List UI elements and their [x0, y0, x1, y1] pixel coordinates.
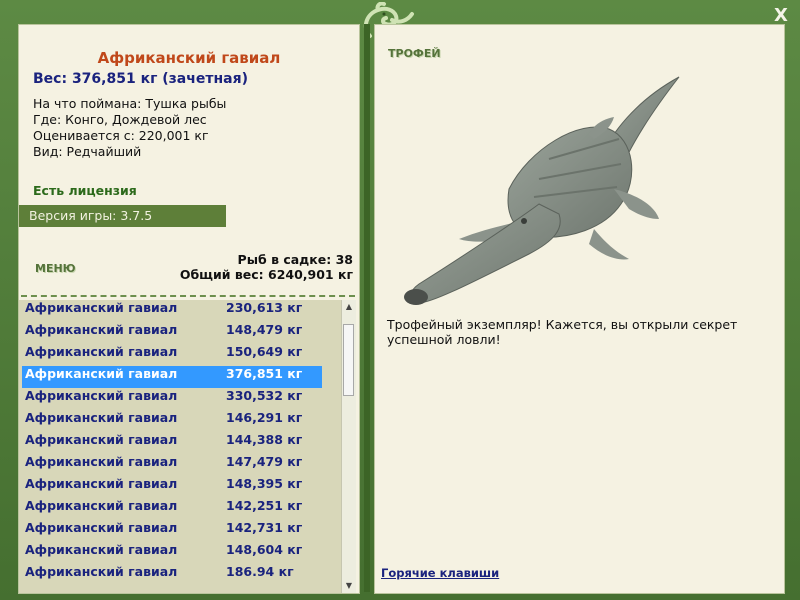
list-item[interactable]: Африканский гавиал 186.94 кг — [22, 564, 322, 586]
list-item-weight: 230,613 кг — [226, 300, 303, 315]
fish-count: Рыб в садке: 38 — [237, 252, 353, 267]
list-item[interactable]: Африканский гавиал 142,731 кг — [22, 520, 322, 542]
list-item-name: Африканский гавиал — [25, 300, 178, 315]
list-item-name: Африканский гавиал — [25, 564, 178, 579]
fish-valued-from: Оценивается с: 220,001 кг — [33, 128, 209, 143]
list-item[interactable]: Африканский гавиал 376,851 кг — [22, 366, 322, 388]
fish-list[interactable]: Африканский гавиал 230,613 кг Африканский … — [19, 300, 341, 593]
list-item-name: Африканский гавиал — [25, 366, 178, 381]
keepnet-stats: Рыб в садке: 38 Общий вес: 6240,901 кг — [180, 252, 353, 282]
list-item-weight: 147,479 кг — [226, 454, 303, 469]
fish-caught-with: На что поймана: Тушка рыбы — [33, 96, 227, 111]
list-item[interactable]: Африканский гавиал 142,251 кг — [22, 498, 322, 520]
list-item[interactable]: Африканский гавиал 148,395 кг — [22, 476, 322, 498]
list-item-name: Африканский гавиал — [25, 388, 178, 403]
panel-divider — [364, 24, 370, 592]
trophy-description: Трофейный экземпляр! Кажется, вы открыли… — [387, 317, 738, 347]
fish-location: Где: Конго, Дождевой лес — [33, 112, 207, 127]
list-item-weight: 142,251 кг — [226, 498, 303, 513]
list-item-name: Африканский гавиал — [25, 344, 178, 359]
list-item-weight: 142,731 кг — [226, 520, 303, 535]
list-item[interactable]: Африканский гавиал 330,532 кг — [22, 388, 322, 410]
list-item[interactable]: Африканский гавиал 147,479 кг — [22, 454, 322, 476]
left-panel: Африканский гавиал Вес: 376,851 кг (заче… — [18, 24, 360, 594]
list-item-weight: 146,291 кг — [226, 410, 303, 425]
gharial-image — [404, 76, 680, 305]
list-item-name: Африканский гавиал — [25, 322, 178, 337]
list-item-name: Африканский гавиал — [25, 476, 178, 491]
list-item[interactable]: Африканский гавиал 230,613 кг — [22, 300, 322, 322]
hotkeys-link[interactable]: Горячие клавиши — [381, 566, 499, 580]
list-item-name: Африканский гавиал — [25, 542, 178, 557]
list-item-weight: 144,388 кг — [226, 432, 303, 447]
list-item[interactable]: Африканский гавиал 144,388 кг — [22, 432, 322, 454]
list-item-weight: 148,395 кг — [226, 476, 303, 491]
list-item-weight: 376,851 кг — [226, 366, 303, 381]
list-item-name: Африканский гавиал — [25, 432, 178, 447]
list-item[interactable]: Африканский гавиал 150,649 кг — [22, 344, 322, 366]
fish-weight: Вес: 376,851 кг (зачетная) — [33, 71, 248, 87]
scroll-up-icon[interactable]: ▲ — [342, 300, 356, 314]
dashed-divider — [21, 295, 355, 297]
trophy-label: ТРОФЕЙ — [388, 47, 441, 60]
fish-title: Африканский гавиал — [97, 49, 281, 67]
right-panel: ТРОФЕЙ Трофейный экземпляр! Кажется, вы … — [374, 24, 785, 594]
list-item-weight: 148,479 кг — [226, 322, 303, 337]
license-status: Есть лицензия — [33, 183, 137, 198]
list-item-weight: 148,604 кг — [226, 542, 303, 557]
list-item-weight: 186.94 кг — [226, 564, 294, 579]
list-scrollbar[interactable]: ▲ ▼ — [341, 300, 356, 593]
list-item-weight: 150,649 кг — [226, 344, 303, 359]
scroll-thumb[interactable] — [343, 324, 354, 396]
game-version: Версия игры: 3.7.5 — [19, 205, 226, 227]
menu-button[interactable]: МЕНЮ — [35, 262, 76, 275]
total-weight: Общий вес: 6240,901 кг — [179, 267, 353, 282]
list-item[interactable]: Африканский гавиал 148,604 кг — [22, 542, 322, 564]
list-item-name: Африканский гавиал — [25, 520, 178, 535]
list-item[interactable]: Африканский гавиал 148,479 кг — [22, 322, 322, 344]
list-item-weight: 330,532 кг — [226, 388, 303, 403]
fish-kind: Вид: Редчайший — [33, 144, 142, 159]
list-item-name: Африканский гавиал — [25, 410, 178, 425]
scroll-down-icon[interactable]: ▼ — [342, 579, 356, 593]
list-item-name: Африканский гавиал — [25, 454, 178, 469]
list-item[interactable]: Африканский гавиал 146,291 кг — [22, 410, 322, 432]
list-item-name: Африканский гавиал — [25, 498, 178, 513]
